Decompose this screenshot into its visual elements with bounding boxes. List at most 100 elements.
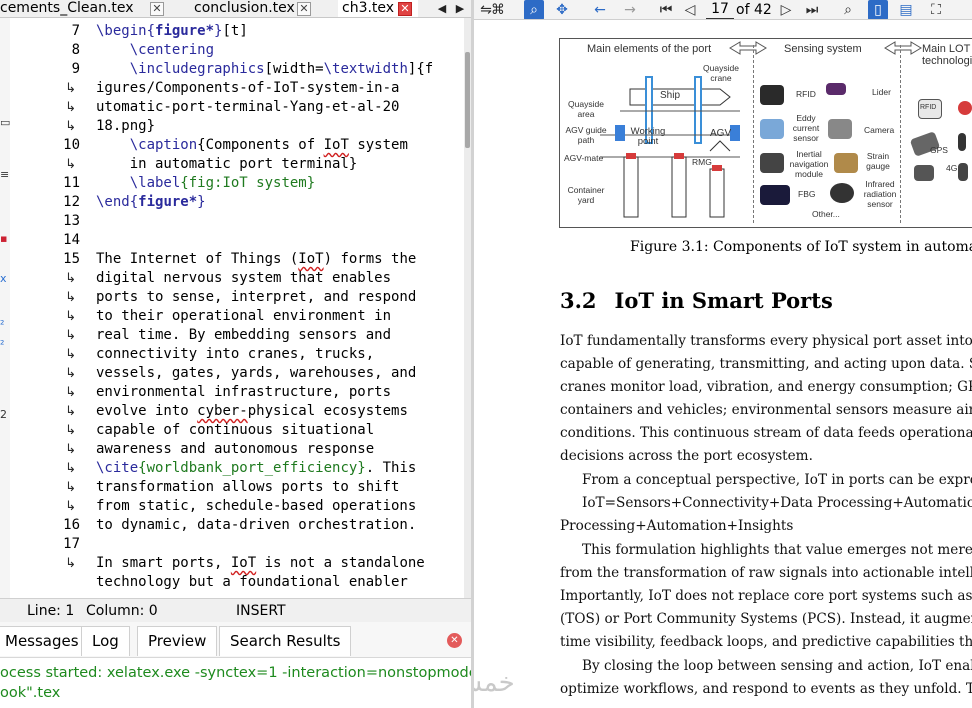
section-title: IoT in Smart Ports [614,288,833,313]
tab-log[interactable]: Log [81,626,130,656]
fbg-sensor-icon [760,185,790,205]
latex-command: \includegraphics [129,61,265,77]
code-line: in automatic port terminal} [96,155,358,174]
tab-close-icon[interactable]: ✕ [297,2,311,16]
link-icon[interactable]: ⌘ [488,0,508,19]
code-text: in automatic port terminal} [129,156,358,172]
sensor-label: FBG [798,189,816,199]
line-number: 12 [63,194,80,210]
line-wrap-icon: ↳ [65,461,76,476]
tab-scroll-left-icon[interactable]: ◀ [435,0,449,17]
magnifier-tool-icon[interactable]: ⌕ [524,0,544,19]
body-line: from the transformation of raw signals i… [560,565,972,581]
tower-icon [958,133,966,151]
app-window: cements_Clean.tex ✕ conclusion.tex ✕ ch3… [0,0,972,708]
cite-arg: {worldbank_port_efficiency} [138,460,366,476]
code-line: to their operational environment in [96,308,392,324]
figure-label: Container yard [567,185,605,205]
figure-label: Quayside area [568,99,604,119]
eddy-sensor-icon [760,119,784,139]
last-page-icon[interactable]: ⏭ [802,0,822,19]
pdf-page: Main elements of the port Sensing system… [474,20,972,708]
line-wrap-icon: ↳ [65,366,76,381]
tab-conclusion[interactable]: conclusion.tex [190,0,310,17]
figure-label: AGV-mate [564,153,604,163]
pdf-toolbar: ⇋ ⌘ ⌕ ✥ ← → ⏮ ◁ 17 of 42 ▷ ⏭ ⌕ ▯ ▤ ⛶ [474,0,972,20]
first-page-icon[interactable]: ⏮ [656,0,676,19]
message-line: ook".tex [0,685,61,701]
latex-command: \begin [96,23,147,39]
figure-separator [753,45,754,223]
editor-scrollbar[interactable] [464,18,471,598]
code-line: In smart ports, IoT is not a standalone [96,555,425,571]
body-line: capable of generating, transmitting, and… [560,356,972,372]
code-line: utomatic-port-terminal-Yang-et-al-20 [96,99,400,115]
code-line: technology but a foundational enabler [96,574,408,590]
line-wrap-icon: ↳ [65,271,76,286]
label-arg: {fig:IoT system} [180,175,316,191]
watermark: خمسات [474,668,515,698]
panel-close-icon[interactable]: ✕ [447,633,462,648]
structure-icon: ² [0,338,5,351]
router-icon [914,165,934,181]
tab-close-icon[interactable]: ✕ [150,2,164,16]
back-arrow-icon[interactable]: ← [590,0,610,19]
editor-pane: cements_Clean.tex ✕ conclusion.tex ✕ ch3… [0,0,471,708]
code-line: 18.png} [96,118,156,134]
equation-line: Processing+Automation+Insights [560,518,794,534]
code-line: \cite{worldbank_port_efficiency}. This [96,460,417,476]
line-wrap-icon: ↳ [65,385,76,400]
figure-iot-components: Main elements of the port Sensing system… [559,38,972,228]
tab-label: conclusion.tex [194,0,295,16]
tab-close-icon[interactable]: ✕ [398,2,412,16]
body-line: cranes monitor load, vibration, and ener… [560,379,972,395]
line-number: 11 [63,175,80,191]
line-number: 16 [63,517,80,533]
code-editor[interactable]: \begin{figure*}[t] \centering \includegr… [96,22,464,598]
latex-command: \cite [96,460,139,476]
section-heading: 3.2 IoT in Smart Ports [560,288,833,313]
line-number: 15 [63,251,80,267]
structure-icon: ² [0,318,5,331]
figure-label: AGV [710,128,732,139]
structure-icon: ▭ [0,116,10,129]
single-page-icon[interactable]: ▯ [868,0,888,19]
body-line: IoT fundamentally transforms every physi… [560,333,972,349]
body-line: decisions across the port ecosystem. [560,448,813,464]
line-wrap-icon: ↳ [65,499,76,514]
code-line: \label{fig:IoT system} [96,174,315,193]
tab-scroll-right-icon[interactable]: ▶ [453,0,467,17]
tab-search-results[interactable]: Search Results [219,626,352,656]
code-line: transformation allows ports to shift [96,479,400,495]
tab-label: cements_Clean.tex [0,0,134,16]
code-line: The Internet of Things (IoT) forms the [96,251,417,267]
previous-page-icon[interactable]: ◁ [680,0,700,19]
sensor-label: Infrared radiation sensor [863,179,897,209]
body-line: This formulation highlights that value e… [582,542,972,558]
latex-command: \caption [129,137,198,153]
message-panel-tabs: Messages Log Preview Search Results ✕ [0,622,471,658]
line-wrap-icon: ↳ [65,442,76,457]
tech-label: 4G [946,163,958,173]
forward-arrow-icon[interactable]: → [620,0,640,19]
tab-preview[interactable]: Preview [137,626,218,656]
sensor-label: Strain gauge [866,151,890,171]
line-wrap-icon: ↳ [65,423,76,438]
code-text: {Components of [197,137,324,153]
next-page-icon[interactable]: ▷ [776,0,796,19]
page-number-input[interactable]: 17 [706,0,734,19]
status-mode: INSERT [236,603,286,619]
figure-caption: Figure 3.1: Components of IoT system in … [630,239,972,255]
continuous-page-icon[interactable]: ▤ [896,0,916,19]
line-wrap-icon: ↳ [65,157,76,172]
fit-window-icon[interactable]: ⛶ [926,0,946,19]
search-icon[interactable]: ⌕ [838,0,858,19]
editor-scrollbar-thumb[interactable] [465,52,470,148]
sensor-label: Camera [864,125,895,135]
spelling-error: IoT [230,555,257,571]
pan-tool-icon[interactable]: ✥ [552,0,572,19]
spelling-error: IoT [298,251,324,267]
tab-messages[interactable]: Messages [0,626,90,656]
tab-acknowledgements[interactable]: cements_Clean.tex [0,0,166,17]
pdf-viewer-pane: ⇋ ⌘ ⌕ ✥ ← → ⏮ ◁ 17 of 42 ▷ ⏭ ⌕ ▯ ▤ ⛶ Mai… [474,0,972,708]
